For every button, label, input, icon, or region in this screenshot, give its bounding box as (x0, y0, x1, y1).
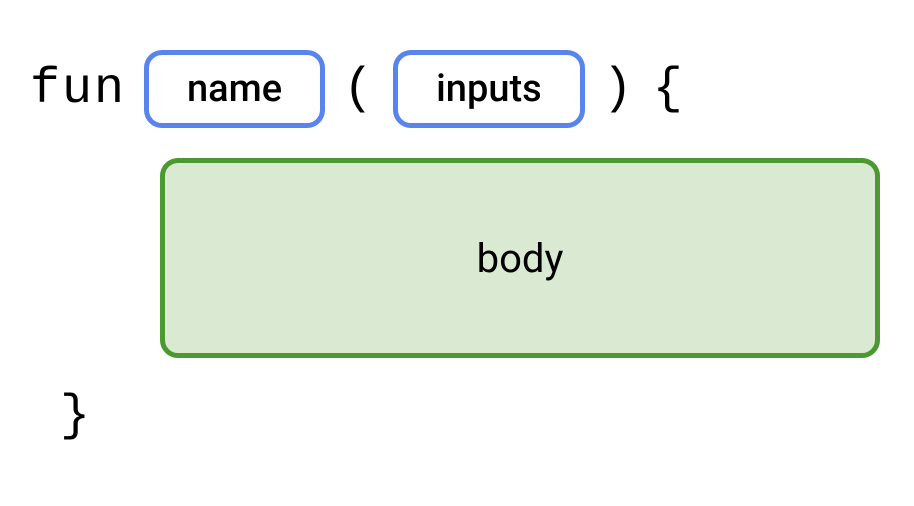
close-brace: } (60, 388, 884, 445)
close-paren: ) (603, 61, 635, 118)
function-syntax-diagram: fun name ( inputs ) { body } (0, 0, 914, 495)
body-placeholder: body (160, 158, 880, 358)
fun-keyword: fun (30, 61, 126, 118)
inputs-placeholder: inputs (393, 50, 585, 128)
signature-row: fun name ( inputs ) { (30, 50, 884, 128)
open-brace: { (653, 61, 685, 118)
open-paren: ( (343, 61, 375, 118)
name-placeholder: name (144, 50, 325, 128)
